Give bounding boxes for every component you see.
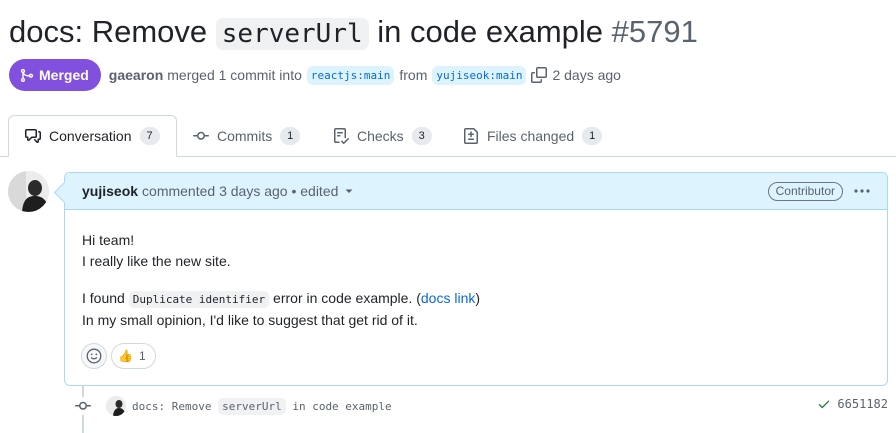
- tab-files-changed[interactable]: Files changed 1: [463, 115, 603, 156]
- comment-header: yujiseok commented 3 days ago • edited C…: [65, 173, 887, 210]
- tab-checks[interactable]: Checks 3: [333, 115, 432, 156]
- comment-text: ): [475, 290, 481, 306]
- head-branch[interactable]: yujiseok:main: [432, 65, 527, 85]
- reactions-bar: 👍 1: [81, 343, 156, 369]
- commit-msg-code: serverUrl: [218, 397, 286, 415]
- tab-counter: 1: [280, 126, 301, 145]
- commit-msg-prefix: docs: Remove: [132, 399, 219, 413]
- commit-status: 6651182: [817, 397, 888, 411]
- pr-tabs: Conversation 7 Commits 1 Checks 3 Files …: [0, 115, 896, 157]
- git-commit-icon: [193, 131, 209, 140]
- comment-discussion-icon: [25, 129, 41, 143]
- add-reaction-button[interactable]: [81, 343, 107, 369]
- git-commit-icon: [74, 397, 92, 415]
- comment-line: I really like the new site.: [82, 253, 231, 269]
- merged-status-badge: Merged: [9, 59, 101, 91]
- page-title: docs: Remove serverUrl in code example #…: [9, 10, 698, 56]
- merger-author-link[interactable]: gaearon: [109, 67, 163, 83]
- merged-text: merged 1 commit into: [167, 67, 302, 83]
- pr-number: #5791: [611, 14, 698, 49]
- comment-paragraph: Hi team! I really like the new site.: [82, 230, 871, 272]
- tab-commits[interactable]: Commits 1: [193, 115, 301, 156]
- tab-counter: 7: [139, 127, 160, 145]
- commit-sha-link[interactable]: 6651182: [837, 397, 888, 411]
- git-merge-icon: [20, 68, 34, 82]
- inline-code: Duplicate identifier: [128, 291, 270, 308]
- thumbs-up-icon: 👍: [118, 349, 133, 363]
- copy-icon[interactable]: [531, 67, 548, 83]
- comment-line: In my small opinion, I'd like to suggest…: [82, 312, 418, 328]
- pr-meta-row: Merged gaearon merged 1 commit into reac…: [9, 59, 621, 91]
- merged-time: 2 days ago: [552, 67, 621, 83]
- tab-label: Files changed: [487, 127, 575, 144]
- comment-text: I found: [82, 290, 129, 306]
- avatar-image: [8, 171, 49, 212]
- comment-body: Hi team! I really like the new site. I f…: [65, 210, 887, 331]
- comment-text: error in code example. (: [269, 290, 421, 306]
- docs-link[interactable]: docs link: [421, 290, 475, 306]
- title-text-suffix: in code example: [368, 14, 604, 49]
- merged-status-label: Merged: [39, 67, 89, 83]
- title-text-prefix: docs: Remove: [9, 14, 216, 49]
- tab-label: Commits: [217, 127, 273, 144]
- contributor-badge: Contributor: [767, 182, 843, 201]
- title-code: serverUrl: [215, 18, 369, 50]
- tab-conversation[interactable]: Conversation 7: [8, 115, 177, 157]
- caret-down-icon[interactable]: [344, 186, 354, 196]
- comment-author-link[interactable]: yujiseok: [82, 183, 138, 199]
- timeline-commit-row: docs: Remove serverUrl in code example 6…: [74, 395, 888, 417]
- tab-label: Checks: [357, 127, 404, 144]
- tab-counter: 1: [582, 126, 603, 145]
- commit-author-avatar[interactable]: [106, 396, 126, 416]
- comment-paragraph: I found Duplicate identifier error in co…: [82, 288, 871, 331]
- base-branch[interactable]: reactjs:main: [306, 65, 395, 85]
- file-diff-icon: [464, 127, 478, 144]
- checklist-icon: [334, 127, 349, 144]
- avatar[interactable]: [8, 171, 49, 212]
- kebab-horizontal-icon[interactable]: [853, 183, 871, 199]
- thumbs-up-reaction-button[interactable]: 👍 1: [111, 343, 156, 369]
- from-text: from: [399, 67, 428, 83]
- commit-msg-suffix: in code example: [285, 399, 392, 413]
- comment-box: yujiseok commented 3 days ago • edited C…: [64, 172, 888, 386]
- comment-meta[interactable]: commented 3 days ago • edited: [142, 183, 338, 199]
- comment-line: Hi team!: [82, 232, 135, 248]
- reaction-count: 1: [138, 349, 146, 363]
- smiley-icon: [86, 348, 102, 364]
- pull-request-page: docs: Remove serverUrl in code example #…: [0, 0, 896, 433]
- tab-counter: 3: [411, 126, 432, 145]
- tab-label: Conversation: [49, 128, 132, 144]
- check-icon[interactable]: [817, 397, 831, 411]
- commit-message-link[interactable]: docs: Remove serverUrl in code example: [132, 397, 392, 415]
